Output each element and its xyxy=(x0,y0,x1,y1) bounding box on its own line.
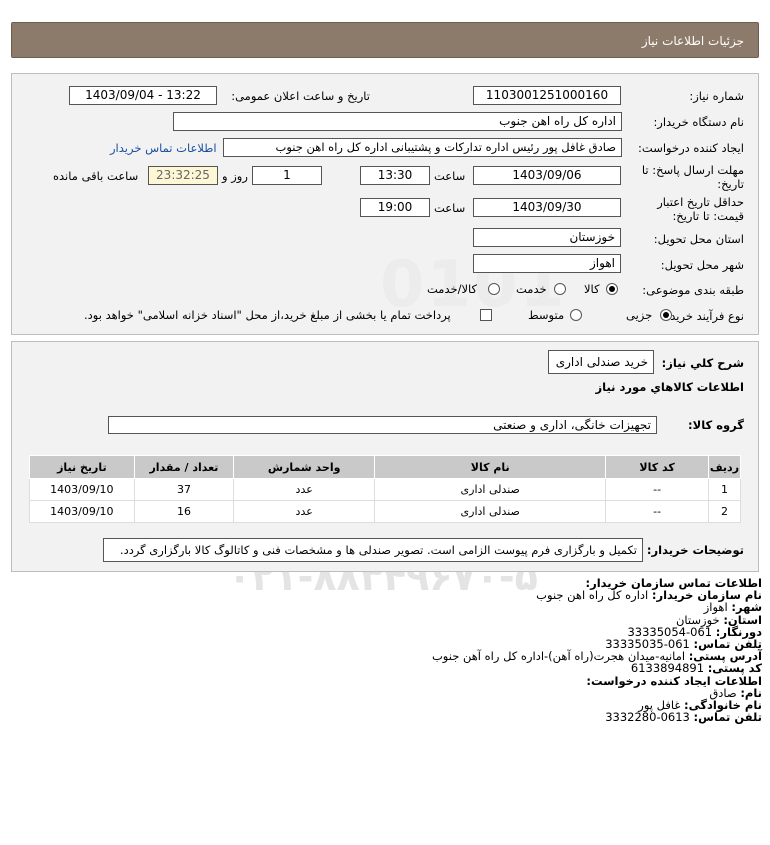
treasury-payment-note: پرداخت تمام یا بخشی از مبلغ خرید،از محل … xyxy=(84,308,451,322)
remaining-time-label: ساعت باقی مانده xyxy=(53,169,139,183)
buyer-org-label: نام دستگاه خریدار: xyxy=(653,115,744,129)
deadline-time-field: 13:30 xyxy=(360,166,430,185)
days-remaining-field: 1 xyxy=(252,166,322,185)
category-option-service: خدمت xyxy=(516,282,547,296)
validity-time-label: ساعت xyxy=(434,201,466,215)
validity-label-line2: قیمت: تا تاریخ: xyxy=(672,209,744,223)
cell-row: 1 xyxy=(707,478,742,501)
days-label: روز و xyxy=(222,169,248,183)
process-radio-medium[interactable] xyxy=(570,309,582,321)
need-number-field: 1103001251000160 xyxy=(473,86,621,105)
province-label: استان محل تحویل: xyxy=(653,232,744,246)
category-radio-service[interactable] xyxy=(554,283,566,295)
category-radio-goods-service[interactable] xyxy=(488,283,500,295)
category-option-goods: کالا xyxy=(584,282,600,296)
cell-qty: 16 xyxy=(133,500,235,523)
contact-label: تلفن تماس: xyxy=(693,710,762,725)
cell-code: -- xyxy=(605,478,709,501)
validity-time-field: 19:00 xyxy=(360,198,430,217)
deadline-date-field: 1403/09/06 xyxy=(473,166,621,185)
page-title: جزئیات اطلاعات نیاز xyxy=(641,34,744,48)
goods-table-header: ردیف کد کالا نام کالا واحد شمارش تعداد /… xyxy=(29,455,742,479)
announce-datetime-field: 1403/09/04 - 13:22 xyxy=(69,86,217,105)
buyer-notes-field: تکمیل و بارگزاری فرم پیوست الزامی است. ت… xyxy=(103,538,643,562)
col-header-name: نام کالا xyxy=(374,455,607,479)
cell-name: صندلی اداری xyxy=(374,500,607,523)
contact-block: اطلاعات تماس سازمان خریدار: نام سازمان خ… xyxy=(432,577,762,724)
cell-row: 2 xyxy=(707,500,742,523)
treasury-payment-checkbox[interactable] xyxy=(480,309,492,321)
contact-line-postal: کد پستی: 6133894891 xyxy=(432,662,762,674)
validity-date-field: 1403/09/30 xyxy=(473,198,621,217)
creator-line-phone: تلفن تماس: 0613-3332280 xyxy=(432,711,762,723)
cell-date: 1403/09/10 xyxy=(29,500,135,523)
cell-code: -- xyxy=(605,500,709,523)
buyer-contact-link[interactable]: اطلاعات تماس خریدار xyxy=(110,141,217,155)
col-header-unit: واحد شمارش xyxy=(233,455,376,479)
cell-name: صندلی اداری xyxy=(374,478,607,501)
page-header: جزئیات اطلاعات نیاز xyxy=(11,22,759,58)
buyer-notes-label: توضیحات خریدار: xyxy=(646,543,744,557)
cell-unit: عدد xyxy=(233,500,376,523)
summary-field: خرید صندلی اداری xyxy=(548,350,654,374)
category-option-goods-service: کالا/خدمت xyxy=(427,282,478,296)
city-label: شهر محل تحویل: xyxy=(660,258,744,272)
deadline-time-label: ساعت xyxy=(434,169,466,183)
goods-info-title: اطلاعات كالاهاي مورد نياز xyxy=(595,380,744,394)
creator-field: صادق غافل پور رئیس اداره تداركات و پشتیب… xyxy=(223,138,622,157)
process-option-minor: جزیی xyxy=(626,308,653,322)
goods-table: ردیف کد کالا نام کالا واحد شمارش تعداد /… xyxy=(29,455,742,523)
table-row: 2 -- صندلی اداری عدد 16 1403/09/10 xyxy=(29,500,742,523)
col-header-code: کد کالا xyxy=(605,455,709,479)
summary-label: شرح كلي نياز: xyxy=(661,356,744,370)
process-radio-minor[interactable] xyxy=(660,309,672,321)
process-option-medium: متوسط xyxy=(528,308,565,322)
col-header-qty: تعداد / مقدار xyxy=(133,455,235,479)
creator-label: ایجاد کننده درخواست: xyxy=(638,141,744,155)
category-label: طبقه بندی موضوعی: xyxy=(642,283,744,297)
cell-qty: 37 xyxy=(133,478,235,501)
col-header-date: تاریخ نیاز xyxy=(29,455,135,479)
contact-value: 0613-3332280 xyxy=(605,710,694,725)
buyer-org-field: اداره کل راه اهن جنوب xyxy=(173,112,622,131)
process-type-label: نوع فرآیند خرید : xyxy=(662,309,744,323)
announce-datetime-label: تاریخ و ساعت اعلان عمومی: xyxy=(231,89,370,103)
deadline-label-line2: تاریخ: xyxy=(717,177,744,191)
category-radio-goods[interactable] xyxy=(606,283,618,295)
remaining-time-field: 23:32:25 xyxy=(148,166,218,185)
province-field: خوزستان xyxy=(473,228,621,247)
need-number-label: شماره نیاز: xyxy=(689,89,744,103)
cell-unit: عدد xyxy=(233,478,376,501)
cell-date: 1403/09/10 xyxy=(29,478,135,501)
table-row: 1 -- صندلی اداری عدد 37 1403/09/10 xyxy=(29,478,742,501)
goods-group-field: تجهیزات خانگی، اداری و صنعتی xyxy=(108,416,657,434)
validity-label-line1: حداقل تاریخ اعتبار xyxy=(657,195,744,209)
contact-value: اداره کل راه اهن جنوب xyxy=(536,588,652,603)
goods-group-label: گروه کالا: xyxy=(688,418,744,432)
deadline-label-line1: مهلت ارسال پاسخ: تا xyxy=(641,163,744,177)
city-field: اهواز xyxy=(473,254,621,273)
col-header-row: ردیف xyxy=(707,455,742,479)
